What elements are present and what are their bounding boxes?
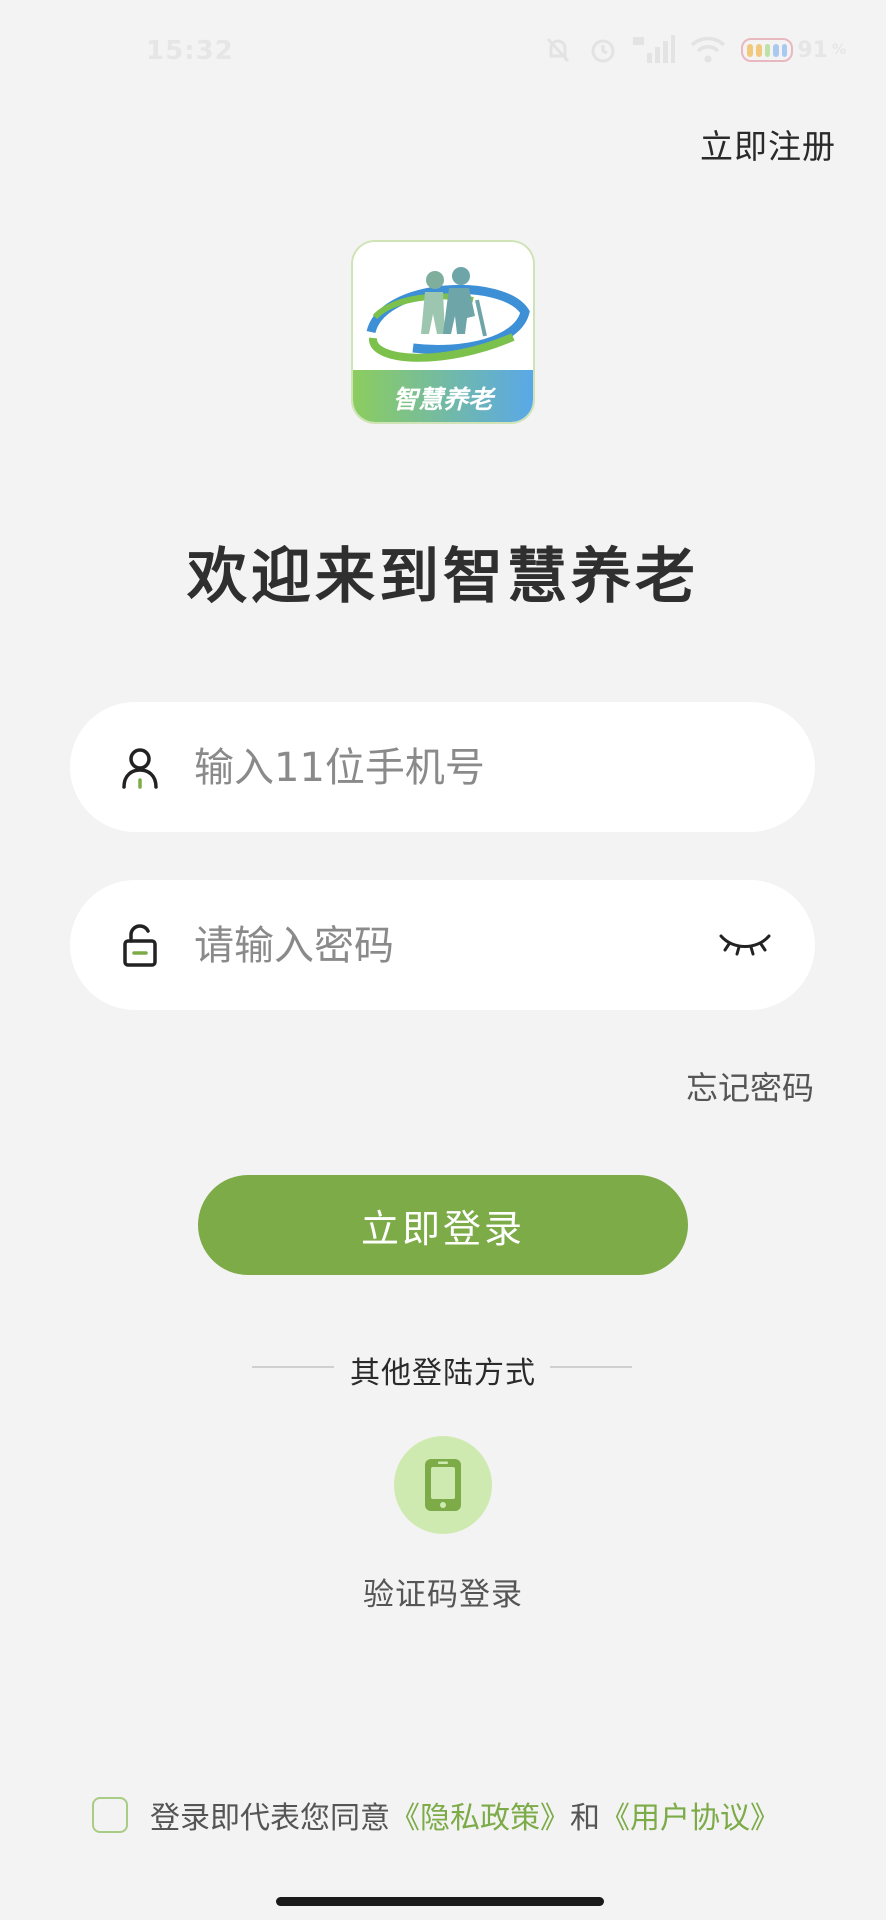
wifi-icon bbox=[691, 36, 726, 63]
login-button[interactable]: 立即登录 bbox=[198, 1175, 688, 1275]
agreement-checkbox[interactable] bbox=[92, 1797, 128, 1833]
forgot-password-link[interactable]: 忘记密码 bbox=[686, 1063, 814, 1109]
battery-percent: 91 bbox=[797, 37, 828, 63]
status-icons: 91% bbox=[543, 34, 846, 66]
battery-icon bbox=[741, 38, 794, 62]
lock-icon bbox=[123, 924, 157, 967]
phone-input[interactable] bbox=[192, 732, 676, 804]
battery-indicator: 91% bbox=[741, 38, 846, 63]
sms-login-button[interactable] bbox=[394, 1436, 492, 1534]
user-agreement-link[interactable]: 《用户协议》 bbox=[600, 1793, 780, 1837]
register-link[interactable]: 立即注册 bbox=[700, 120, 836, 168]
divider-line-right bbox=[550, 1366, 632, 1368]
password-field[interactable] bbox=[70, 880, 815, 1010]
phone-icon bbox=[425, 1459, 461, 1511]
signal-icon bbox=[633, 35, 676, 63]
other-methods-label: 其他登陆方式 bbox=[350, 1356, 536, 1391]
sms-login-label[interactable]: 验证码登录 bbox=[0, 1569, 886, 1614]
other-methods-divider: 其他登陆方式 bbox=[0, 1348, 886, 1391]
login-screen: 15:32 91 % 立即注册 智慧养老 欢迎来到智慧养老 输入11位手机号 忘… bbox=[0, 0, 886, 1920]
agreement-and: 和 bbox=[570, 1801, 600, 1836]
status-time: 15:32 bbox=[146, 36, 234, 66]
eye-closed-icon[interactable] bbox=[717, 926, 773, 962]
notification-off-icon bbox=[547, 37, 570, 63]
home-indicator[interactable] bbox=[276, 1897, 604, 1906]
agreement-row: 登录即代表您同意 《隐私政策》 和 《用户协议》 bbox=[92, 1793, 780, 1837]
phone-field[interactable] bbox=[70, 702, 815, 832]
alarm-icon bbox=[591, 39, 615, 63]
privacy-policy-link[interactable]: 《隐私政策》 bbox=[390, 1793, 570, 1837]
status-bar: 15:32 91 % bbox=[0, 0, 886, 100]
welcome-title: 欢迎来到智慧养老 bbox=[187, 542, 699, 612]
agreement-prefix: 登录即代表您同意 bbox=[150, 1801, 390, 1836]
user-icon bbox=[122, 748, 158, 789]
svg-text:智慧养老: 智慧养老 bbox=[393, 385, 497, 414]
app-logo: 智慧养老 bbox=[353, 242, 533, 422]
password-input[interactable] bbox=[192, 910, 676, 982]
